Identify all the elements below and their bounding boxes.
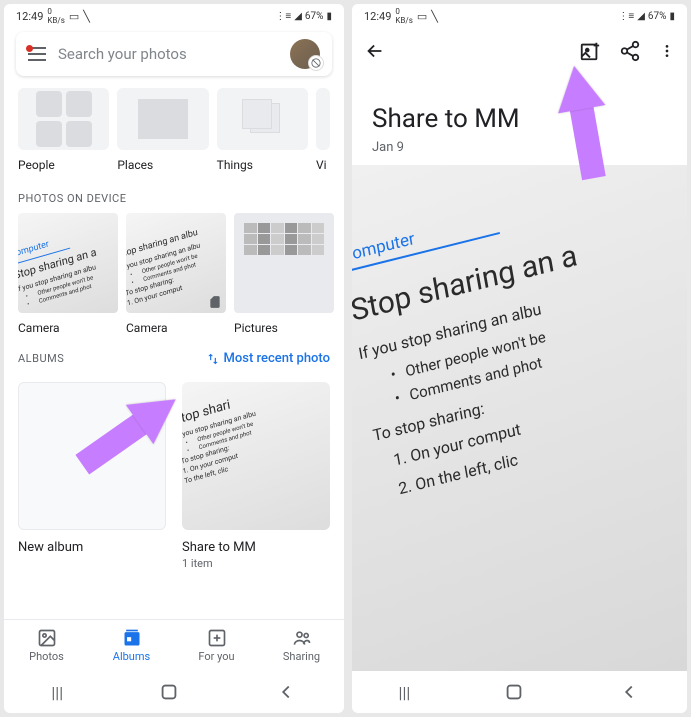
section-device-header: PHOTOS ON DEVICE <box>4 176 344 213</box>
battery-icon: ▮ <box>326 11 332 22</box>
signal-icon: ◢ <box>294 11 302 22</box>
menu-icon[interactable] <box>28 47 46 61</box>
section-albums-header: ALBUMS Most recent photo <box>4 335 344 374</box>
signal-icon: ◢ <box>637 11 645 22</box>
device-folder-camera-1[interactable]: Computer Stop sharing an a If you stop s… <box>18 213 118 335</box>
nav-sharing[interactable]: Sharing <box>259 620 344 671</box>
add-photos-icon[interactable] <box>579 40 601 62</box>
system-nav: ||| <box>4 671 344 713</box>
new-album-button[interactable]: + New album <box>18 382 166 570</box>
avatar-badge-icon <box>308 55 324 71</box>
category-videos[interactable]: Vi <box>316 88 330 172</box>
battery-text: 67% <box>305 11 324 22</box>
album-photo[interactable]: Computer Stop sharing an a If you stop s… <box>352 165 687 671</box>
search-bar[interactable]: Search your photos <box>16 32 332 76</box>
category-row: People Places Things Vi <box>4 80 344 176</box>
edit-icon: ╲ <box>431 10 438 23</box>
sd-card-icon <box>208 295 222 309</box>
album-share-to-mm[interactable]: Stop shari If you stop sharing an albu O… <box>182 382 330 570</box>
search-input[interactable]: Search your photos <box>58 45 278 63</box>
edit-icon: ╲ <box>83 10 90 23</box>
wifi-icon: ⋮≡ <box>618 11 634 22</box>
category-people[interactable]: People <box>18 88 109 172</box>
back-button[interactable] <box>618 681 640 703</box>
back-arrow-icon[interactable] <box>364 40 386 62</box>
plus-icon: + <box>84 440 100 473</box>
status-bar: 12:49 0KB/s ▭ ╲ ⋮≡ ◢ 67% ▮ <box>352 4 687 28</box>
home-button[interactable] <box>158 681 180 703</box>
nav-photos[interactable]: Photos <box>4 620 89 671</box>
album-header: Share to MM Jan 9 <box>352 74 687 165</box>
screenshot-icon: ▭ <box>69 10 79 23</box>
phone-screen-album-detail: 12:49 0KB/s ▭ ╲ ⋮≡ ◢ 67% ▮ Share to MM J… <box>352 4 687 713</box>
bottom-nav: Photos Albums For you Sharing <box>4 619 344 671</box>
status-time: 12:49 <box>16 10 43 23</box>
system-nav: ||| <box>352 671 687 713</box>
status-speed: 0KB/s <box>47 7 64 25</box>
wifi-icon: ⋮≡ <box>275 11 291 22</box>
recents-button[interactable]: ||| <box>399 683 411 702</box>
phone-screen-albums: 12:49 0KB/s ▭ ╲ ⋮≡ ◢ 67% ▮ Search your p… <box>4 4 344 713</box>
device-folder-pictures[interactable]: Pictures <box>234 213 334 335</box>
more-icon[interactable] <box>659 40 675 62</box>
album-date: Jan 9 <box>372 140 667 155</box>
albums-icon <box>122 628 142 648</box>
profile-avatar[interactable] <box>290 39 320 69</box>
home-button[interactable] <box>503 681 525 703</box>
share-icon[interactable] <box>619 40 641 62</box>
photos-icon <box>37 628 57 648</box>
battery-icon: ▮ <box>669 11 675 22</box>
battery-text: 67% <box>648 11 667 22</box>
device-photos-row: Computer Stop sharing an a If you stop s… <box>4 213 344 335</box>
category-things[interactable]: Things <box>217 88 308 172</box>
recents-button[interactable]: ||| <box>51 683 63 702</box>
screenshot-icon: ▭ <box>417 10 427 23</box>
foryou-icon <box>207 628 227 648</box>
albums-row: + New album Stop shari If you stop shari… <box>4 374 344 578</box>
back-button[interactable] <box>275 681 297 703</box>
status-speed: 0KB/s <box>395 7 412 25</box>
nav-albums[interactable]: Albums <box>89 620 174 671</box>
sort-icon <box>206 352 220 366</box>
album-title: Share to MM <box>372 104 667 134</box>
status-time: 12:49 <box>364 10 391 23</box>
sort-button[interactable]: Most recent photo <box>206 351 330 366</box>
category-places[interactable]: Places <box>117 88 208 172</box>
nav-foryou[interactable]: For you <box>174 620 259 671</box>
device-folder-camera-2[interactable]: Stop sharing an albu If you stop sharing… <box>126 213 226 335</box>
status-bar: 12:49 0KB/s ▭ ╲ ⋮≡ ◢ 67% ▮ <box>4 4 344 28</box>
sharing-icon <box>292 628 312 648</box>
album-toolbar <box>352 28 687 74</box>
